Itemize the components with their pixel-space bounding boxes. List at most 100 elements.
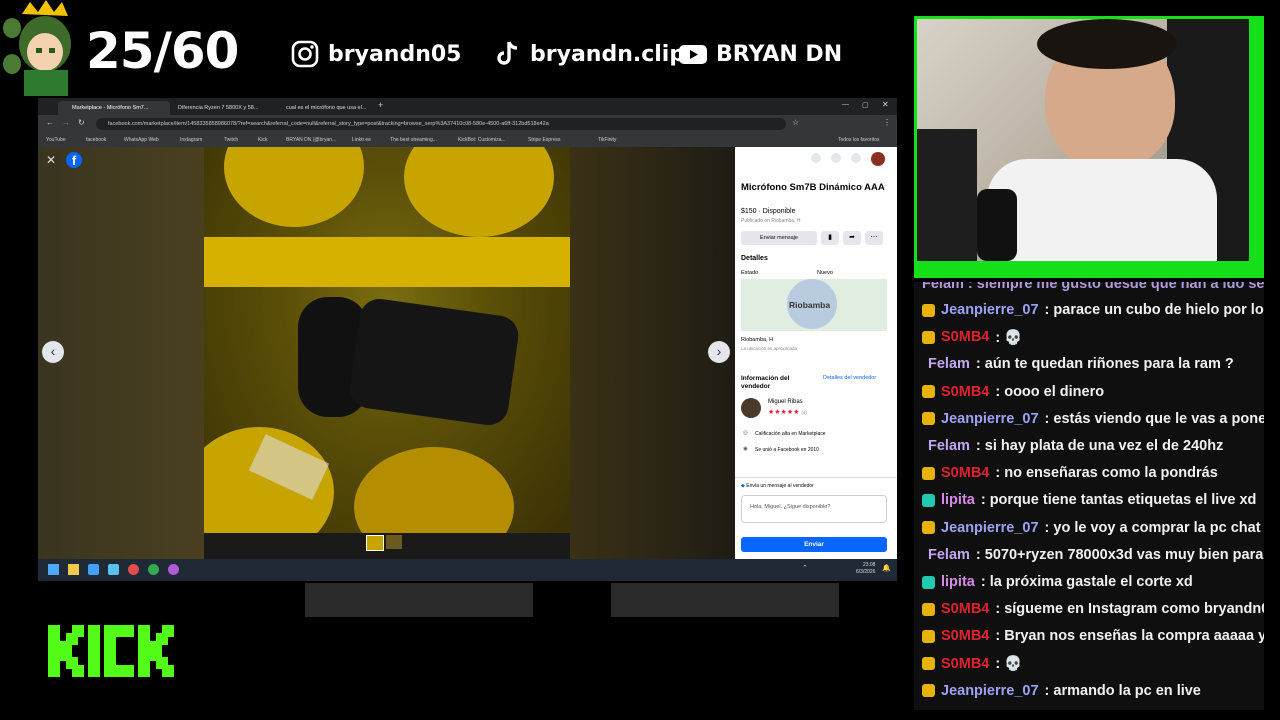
message-input[interactable]: Hola, Miguel. ¿Sigue disponible? bbox=[741, 495, 887, 523]
chat-username[interactable]: Jeanpierre_07 bbox=[941, 302, 1039, 318]
bookmark-whatsapp[interactable]: WhatsApp Web bbox=[124, 137, 159, 143]
location-map[interactable]: Riobamba bbox=[741, 279, 887, 331]
chat-message: Jeanpierre_07 : estás viendo que le vas a… bbox=[922, 406, 1264, 432]
chat-username[interactable]: Felam bbox=[928, 547, 970, 563]
profile-avatar[interactable] bbox=[871, 152, 885, 166]
divider bbox=[735, 477, 897, 478]
chrome-icon[interactable] bbox=[148, 564, 159, 575]
chat-username[interactable]: lipita bbox=[941, 492, 975, 508]
chat-username[interactable]: S0MB4 bbox=[941, 601, 989, 617]
chat-text: : Bryan nos enseñas la compra aaaaa y bbox=[995, 628, 1264, 645]
close-viewer-icon[interactable]: ✕ bbox=[46, 153, 56, 167]
badge-text: Calificación alta en Marketplace bbox=[755, 431, 826, 437]
bookmark-linktree[interactable]: Linktr.ee bbox=[352, 137, 371, 143]
next-photo-button[interactable]: › bbox=[708, 341, 730, 363]
windows-taskbar: ⌃ 23:08 6/3/2026 🔔 bbox=[38, 559, 897, 581]
message-prompt: ◆ Envía un mensaje al vendedor bbox=[741, 483, 814, 489]
bookmark-bryandn[interactable]: BRYAN DN (@bryan... bbox=[286, 137, 336, 143]
seller-avatar[interactable] bbox=[741, 398, 761, 418]
seller-details-link[interactable]: Detalles del vendedor bbox=[823, 375, 876, 381]
bookmark-star-icon[interactable]: ☆ bbox=[792, 118, 799, 127]
chat-badge-icon bbox=[922, 330, 935, 344]
more-options-icon[interactable]: ⋯ bbox=[865, 231, 883, 245]
share-icon[interactable]: ➦ bbox=[843, 231, 861, 245]
discord-icon[interactable] bbox=[168, 564, 179, 575]
send-message-button[interactable]: Enviar mensaje bbox=[741, 231, 817, 245]
thumbnail-2[interactable] bbox=[386, 535, 402, 549]
reload-icon[interactable]: ↻ bbox=[78, 118, 85, 127]
bookmark-kick[interactable]: Kick bbox=[258, 137, 267, 143]
chat-username[interactable]: Jeanpierre_07 bbox=[941, 411, 1039, 427]
back-icon[interactable]: ← bbox=[46, 118, 54, 127]
chat-username[interactable]: S0MB4 bbox=[941, 656, 989, 672]
chat-username[interactable]: S0MB4 bbox=[941, 628, 989, 644]
chat-text: : yo le voy a comprar la pc chat bbox=[1044, 519, 1261, 536]
chat-username[interactable]: Jeanpierre_07 bbox=[941, 683, 1039, 699]
seller-name[interactable]: Miguel Ribas bbox=[768, 399, 803, 405]
telegram-icon[interactable] bbox=[88, 564, 99, 575]
location-text: Riobamba, H bbox=[741, 337, 774, 343]
live-chat: Felam : siempre me gusto desde que han a… bbox=[914, 282, 1264, 710]
system-clock[interactable]: 23:08 6/3/2026 bbox=[856, 562, 875, 576]
chat-username[interactable]: Felam bbox=[928, 356, 970, 372]
chat-username[interactable]: Felam bbox=[928, 438, 970, 454]
save-icon[interactable]: ▮ bbox=[821, 231, 839, 245]
tab-marketplace[interactable]: Marketplace - Micrófono Sm7... bbox=[58, 101, 170, 115]
file-explorer-icon[interactable] bbox=[68, 564, 79, 575]
thumbnail-1[interactable] bbox=[366, 535, 384, 551]
bookmark-all[interactable]: Todos los favoritos bbox=[838, 137, 879, 143]
chat-username[interactable]: S0MB4 bbox=[941, 384, 989, 400]
minimize-button[interactable]: — bbox=[842, 101, 849, 108]
url-bar[interactable]: facebook.com/marketplace/item/1458335858… bbox=[96, 118, 786, 130]
chat-username[interactable]: Jeanpierre_07 bbox=[941, 520, 1039, 536]
bookmark-kickbot[interactable]: KickBot: Customiza... bbox=[458, 137, 506, 143]
menu-icon[interactable]: ⋮ bbox=[883, 118, 891, 127]
badge-icon: ◎ bbox=[743, 430, 748, 436]
bookmark-youtube[interactable]: YouTube bbox=[46, 137, 66, 143]
apps-grid-icon[interactable] bbox=[811, 153, 821, 163]
chat-text: : aún te quedan riñones para la ram ? bbox=[975, 356, 1234, 373]
joined-text: Se unió a Facebook en 2010 bbox=[755, 447, 819, 453]
chat-message: Jeanpierre_07: armando la pc en live bbox=[922, 678, 1201, 704]
chat-username[interactable]: S0MB4 bbox=[941, 465, 989, 481]
bookmark-facebook[interactable]: facebook bbox=[86, 137, 106, 143]
prev-photo-button[interactable]: ‹ bbox=[42, 341, 64, 363]
youtube-icon bbox=[679, 45, 707, 64]
maximize-button[interactable]: ▢ bbox=[862, 101, 869, 109]
send-button[interactable]: Enviar bbox=[741, 537, 887, 552]
chat-message: Felam: si hay plata de una vez el de 240… bbox=[922, 433, 1223, 459]
chat-username[interactable]: S0MB4 bbox=[941, 329, 989, 345]
tab-microfono[interactable]: cual es el micrófono que usa el... bbox=[272, 101, 376, 115]
obs-icon[interactable] bbox=[128, 564, 139, 575]
chat-badge-icon bbox=[922, 657, 935, 671]
chat-badge-icon bbox=[922, 412, 935, 426]
chat-text: : sígueme en Instagram como bryandn0 bbox=[995, 601, 1264, 618]
overlay-bar-left bbox=[305, 583, 533, 617]
facebook-logo-icon[interactable]: f bbox=[66, 152, 82, 168]
new-tab-button[interactable]: + bbox=[378, 100, 383, 110]
tab-ryzen[interactable]: Diferencia Ryzen 7 5800X y 58... bbox=[164, 101, 268, 115]
webcam-image bbox=[917, 19, 1249, 261]
tray-chevron-icon[interactable]: ⌃ bbox=[802, 564, 808, 572]
forward-icon[interactable]: → bbox=[62, 118, 70, 127]
goal-counter: 25/60 bbox=[86, 22, 239, 80]
notifications-icon[interactable] bbox=[851, 153, 861, 163]
bookmark-twitch[interactable]: Twitch bbox=[224, 137, 238, 143]
app-icon[interactable] bbox=[108, 564, 119, 575]
chat-username[interactable]: lipita bbox=[941, 574, 975, 590]
messenger-icon[interactable] bbox=[831, 153, 841, 163]
bookmark-stripe[interactable]: Stripe Express bbox=[528, 137, 561, 143]
bookmark-streaming[interactable]: The best streaming... bbox=[390, 137, 437, 143]
bookmark-tikfinity[interactable]: TikFinity bbox=[598, 137, 616, 143]
chat-text: : no enseñaras como la pondrás bbox=[995, 465, 1218, 482]
close-window-button[interactable]: ✕ bbox=[882, 100, 889, 109]
tiktok-handle: bryandn.clip bbox=[492, 36, 685, 72]
chat-text: : estás viendo que le vas a pone bbox=[1044, 410, 1264, 427]
chat-badge-icon bbox=[922, 385, 935, 399]
notification-bell-icon[interactable]: 🔔 bbox=[882, 564, 891, 572]
bookmark-instagram[interactable]: Instagram bbox=[180, 137, 202, 143]
chat-message: S0MB4 : no enseñaras como la pondrás bbox=[922, 460, 1218, 486]
chat-text: : porque tiene tantas etiquetas el live … bbox=[980, 492, 1257, 509]
windows-start-icon[interactable] bbox=[48, 564, 59, 575]
streamer-avatar bbox=[0, 0, 84, 96]
